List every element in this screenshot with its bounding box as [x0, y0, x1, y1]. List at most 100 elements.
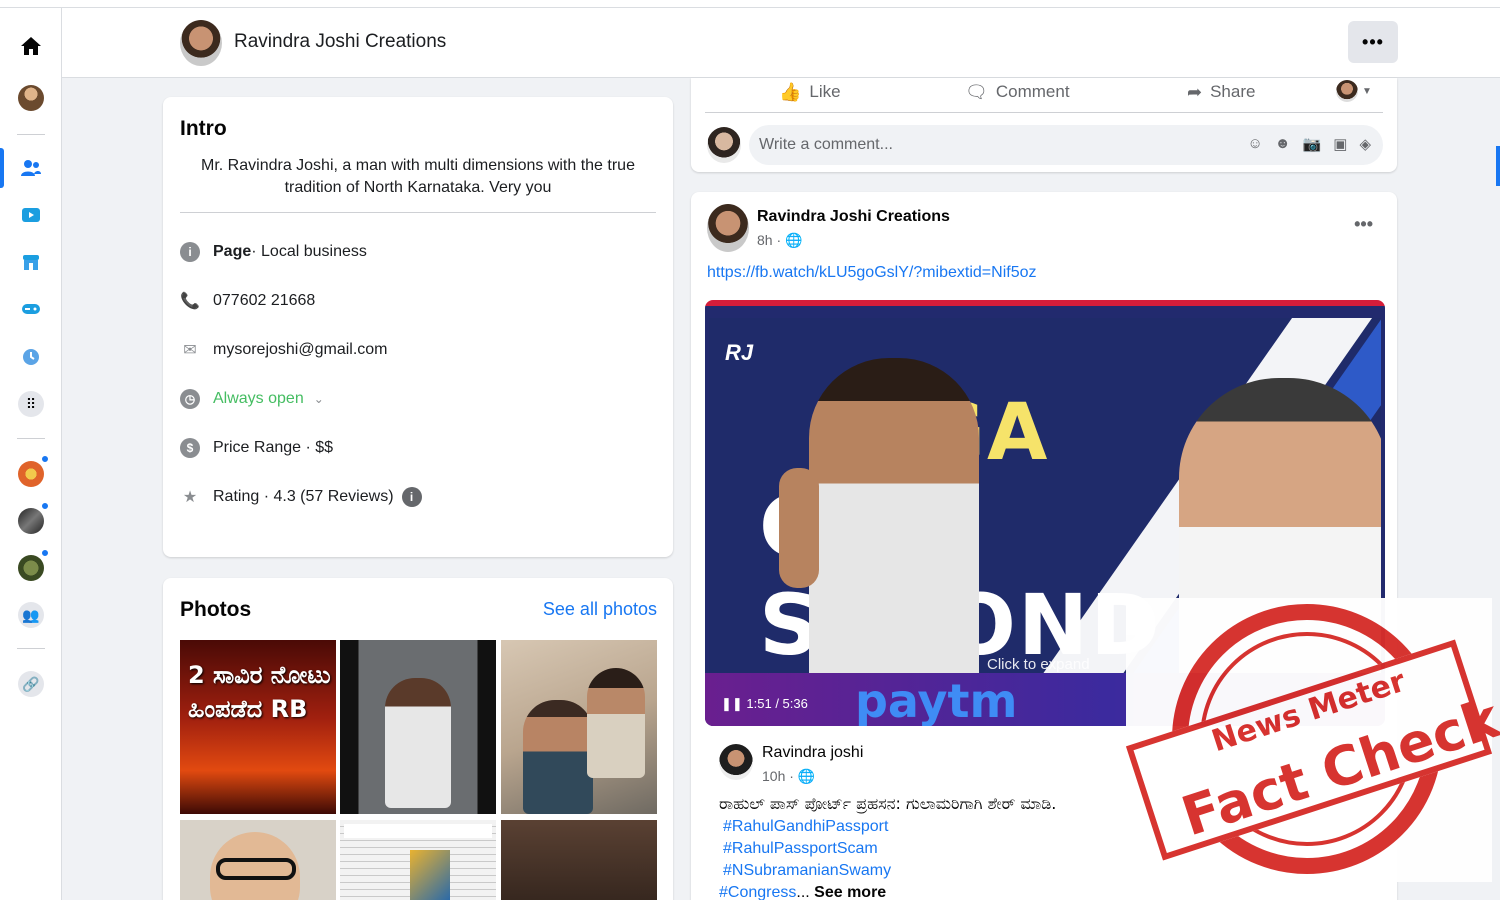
- price-range: Price Range · $$: [213, 439, 334, 456]
- chevron-down-icon[interactable]: ⌄: [314, 392, 324, 406]
- scroll-indicator: [1496, 146, 1500, 186]
- rail-divider: [17, 438, 45, 439]
- profile-avatar-icon[interactable]: [15, 82, 47, 114]
- dollar-icon: $: [180, 438, 200, 458]
- intro-heading: Intro: [180, 117, 227, 140]
- photo-thumbnail[interactable]: [340, 820, 496, 900]
- comment-tools: ☺ ☻ 📷 ▣ ◈: [1247, 135, 1371, 153]
- phone-number[interactable]: 077602 21668: [213, 292, 315, 310]
- page-avatar[interactable]: [180, 20, 222, 66]
- notification-dot: [40, 548, 50, 558]
- avatar: [1336, 80, 1358, 102]
- post-author-avatar[interactable]: [707, 204, 749, 252]
- email-address[interactable]: mysorejoshi@gmail.com: [213, 341, 388, 359]
- clock-icon: ◷: [180, 389, 200, 409]
- post-actions-card: 👍 Like 🗨 Comment ➦ Share ▼ Write a comme…: [691, 78, 1397, 172]
- page-label: Page: [213, 243, 252, 260]
- hashtag-link[interactable]: #NSubramanianSwamy: [723, 862, 891, 880]
- rating-row: ★ Rating · 4.3 (57 Reviews) i: [180, 484, 422, 510]
- shortcut-icon-1[interactable]: [15, 454, 50, 490]
- post-more-button[interactable]: •••: [1354, 214, 1373, 235]
- speaker-figure: [809, 358, 979, 673]
- comment-composer: Write a comment... ☺ ☻ 📷 ▣ ◈: [707, 125, 1383, 165]
- watch-icon[interactable]: [15, 199, 47, 231]
- like-label: Like: [809, 82, 841, 101]
- info-icon: i: [180, 242, 200, 262]
- more-options-button[interactable]: •••: [1348, 21, 1398, 63]
- see-all-photos-link[interactable]: See all photos: [543, 599, 657, 620]
- menu-grid-icon[interactable]: ⠿: [15, 388, 47, 420]
- link-icon[interactable]: 🔗: [15, 668, 47, 700]
- reaction-as-selector[interactable]: ▼: [1336, 80, 1372, 102]
- page-title[interactable]: Ravindra Joshi Creations: [234, 31, 446, 53]
- photo-thumbnail[interactable]: [501, 640, 657, 814]
- actions-divider: [705, 112, 1383, 113]
- channel-logo: RJ: [725, 340, 754, 365]
- post-link[interactable]: https://fb.watch/kLU5goGslY/?mibextid=Ni…: [707, 264, 1037, 282]
- photo-thumbnail[interactable]: [180, 820, 336, 900]
- memories-icon[interactable]: [15, 340, 47, 372]
- shared-author-name[interactable]: Ravindra joshi: [762, 744, 863, 762]
- mail-icon: ✉: [183, 342, 197, 359]
- emoji-icon[interactable]: ☻: [1275, 135, 1291, 153]
- commenter-avatar[interactable]: [707, 127, 741, 163]
- marketplace-icon[interactable]: [15, 246, 47, 278]
- shortcut-icon-2[interactable]: [15, 501, 50, 537]
- shortcut-icon-3[interactable]: [15, 548, 50, 584]
- photo-thumbnail[interactable]: [340, 640, 496, 814]
- share-button[interactable]: ➦ Share: [1187, 80, 1255, 104]
- notification-dot: [40, 501, 50, 511]
- gif-icon[interactable]: ▣: [1333, 135, 1347, 153]
- globe-icon: 🌐: [785, 232, 803, 248]
- intro-divider: [180, 212, 656, 213]
- notification-dot: [40, 454, 50, 464]
- rail-divider: [17, 648, 45, 649]
- rating-info-icon[interactable]: i: [401, 487, 422, 507]
- sponsor-logo: paytm: [855, 674, 1018, 726]
- comment-button[interactable]: 🗨 Comment: [965, 80, 1070, 104]
- comment-input[interactable]: Write a comment... ☺ ☻ 📷 ▣ ◈: [749, 125, 1383, 165]
- hashtag-link[interactable]: #RahulGandhiPassport: [723, 818, 888, 836]
- star-icon: ★: [182, 489, 198, 506]
- expand-video-hint[interactable]: Click to expand: [987, 656, 1090, 673]
- gaming-icon[interactable]: [15, 293, 47, 325]
- fact-check-watermark: News Meter Fact Check: [1125, 598, 1500, 882]
- avatar-sticker-icon[interactable]: ☺: [1247, 135, 1262, 153]
- like-button[interactable]: 👍 Like: [779, 80, 841, 104]
- pause-icon[interactable]: ❚❚: [721, 696, 746, 711]
- page-header: Ravindra Joshi Creations •••: [62, 8, 1500, 78]
- hours-row[interactable]: ◷ Always open ⌄: [180, 386, 324, 412]
- price-row: $ Price Range · $$: [180, 435, 333, 461]
- video-time: ❚❚ 1:51 / 5:36: [721, 696, 808, 711]
- photo-caption: 2 ಸಾವಿರ ನೋಟು ಹಿಂಪಡೆದ RB: [188, 661, 331, 723]
- groups-icon[interactable]: 👥: [15, 599, 47, 631]
- post-author-name[interactable]: Ravindra Joshi Creations: [757, 208, 950, 226]
- left-nav-rail: ⠿ 👥 🔗: [0, 8, 62, 900]
- phone-icon: 📞: [180, 293, 200, 310]
- comment-label: Comment: [995, 82, 1070, 101]
- last-hashtag-row: #Congress... See more: [719, 884, 887, 900]
- share-label: Share: [1210, 82, 1256, 101]
- see-more-link[interactable]: See more: [814, 884, 886, 900]
- photo-thumbnail[interactable]: [501, 820, 657, 900]
- post-timestamp: 8h · 🌐: [757, 232, 803, 248]
- hours-status[interactable]: Always open: [213, 390, 304, 408]
- phone-row: 📞 077602 21668: [180, 288, 315, 314]
- hashtag-link[interactable]: #Congress: [719, 884, 796, 900]
- rating-text[interactable]: Rating · 4.3 (57 Reviews): [213, 488, 394, 506]
- hashtag-link[interactable]: #RahulPassportScam: [723, 840, 878, 858]
- top-border: [0, 0, 1500, 8]
- shared-timestamp: 10h · 🌐: [762, 768, 816, 784]
- photo-thumbnail[interactable]: 2 ಸಾವಿರ ನೋಟು ಹಿಂಪಡೆದ RB: [180, 640, 336, 814]
- share-icon: ➦: [1187, 81, 1203, 102]
- home-icon[interactable]: [15, 30, 47, 62]
- comment-icon: 🗨: [965, 81, 988, 102]
- comment-placeholder: Write a comment...: [759, 136, 893, 153]
- friends-icon[interactable]: [15, 152, 47, 184]
- thumbs-up-icon: 👍: [779, 81, 802, 102]
- camera-icon[interactable]: 📷: [1303, 135, 1322, 153]
- shared-author-avatar[interactable]: [719, 744, 753, 780]
- intro-bio: Mr. Ravindra Joshi, a man with multi dim…: [201, 157, 635, 196]
- sticker-icon[interactable]: ◈: [1359, 135, 1371, 153]
- intro-card: Intro Mr. Ravindra Joshi, a man with mul…: [163, 97, 673, 557]
